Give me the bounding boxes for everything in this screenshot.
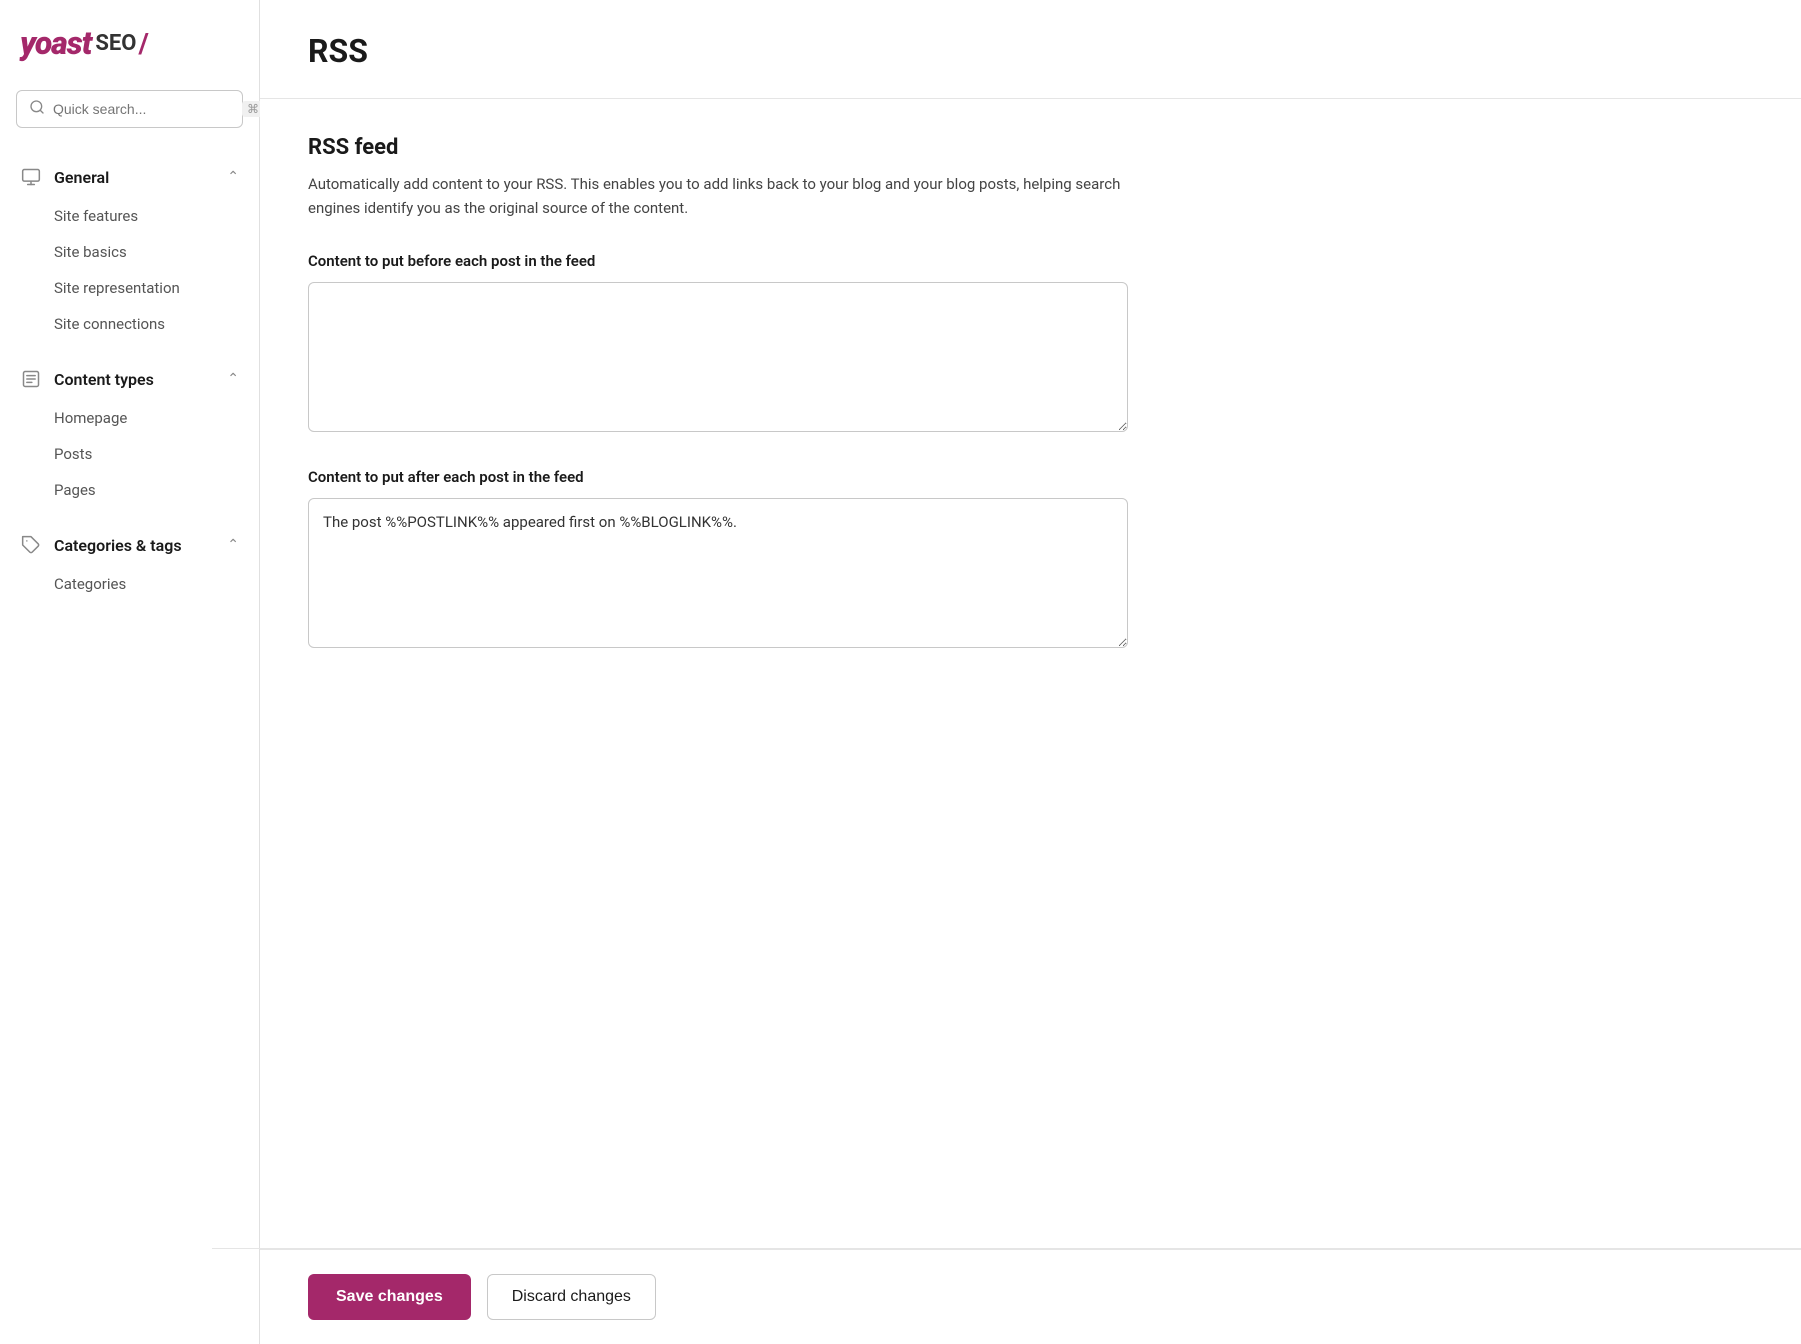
nav-items-categories-tags: Categories — [0, 566, 259, 610]
sidebar-item-categories[interactable]: Categories — [54, 566, 259, 602]
document-icon — [20, 368, 42, 390]
rss-feed-title: RSS feed — [308, 135, 1753, 160]
logo-slash: / — [138, 27, 148, 60]
search-input[interactable] — [53, 101, 234, 117]
after-content-textarea[interactable]: The post %%POSTLINK%% appeared first on … — [308, 498, 1128, 648]
rss-feed-section: RSS feed Automatically add content to yo… — [308, 135, 1753, 652]
tag-icon — [20, 534, 42, 556]
nav-section-general-header[interactable]: General ⌃ — [0, 156, 259, 198]
nav-section-categories-tags-header[interactable]: Categories & tags ⌃ — [0, 524, 259, 566]
monitor-icon — [20, 166, 42, 188]
after-field-group: Content to put after each post in the fe… — [308, 468, 1753, 652]
content-area: RSS feed Automatically add content to yo… — [260, 99, 1801, 1248]
page-title: RSS — [308, 32, 1753, 70]
sidebar-item-site-features[interactable]: Site features — [54, 198, 259, 234]
after-field-label: Content to put after each post in the fe… — [308, 468, 1753, 486]
save-button[interactable]: Save changes — [308, 1274, 471, 1320]
logo-yoast-text: yoast — [20, 24, 91, 62]
nav-section-general-title: General — [54, 168, 109, 187]
chevron-up-icon: ⌃ — [227, 169, 239, 185]
nav-section-general: General ⌃ Site features Site basics Site… — [0, 156, 259, 350]
search-box[interactable]: ⌘K — [16, 90, 243, 128]
nav-section-content-types-title-row: Content types — [20, 368, 154, 390]
nav-section-content-types-header[interactable]: Content types ⌃ — [0, 358, 259, 400]
sidebar-item-pages[interactable]: Pages — [54, 472, 259, 508]
page-header: RSS — [260, 0, 1801, 99]
nav-section-content-types: Content types ⌃ Homepage Posts Pages — [0, 358, 259, 516]
logo-area: yoast SEO / — [0, 24, 259, 90]
nav-items-general: Site features Site basics Site represent… — [0, 198, 259, 350]
nav-items-content-types: Homepage Posts Pages — [0, 400, 259, 516]
logo: yoast SEO / — [20, 24, 239, 62]
before-field-label: Content to put before each post in the f… — [308, 252, 1753, 270]
before-content-textarea[interactable] — [308, 282, 1128, 432]
main-content: RSS RSS feed Automatically add content t… — [260, 0, 1801, 1344]
logo-seo-text: SEO — [95, 31, 136, 56]
rss-feed-description: Automatically add content to your RSS. T… — [308, 172, 1128, 220]
nav-section-categories-tags-title-row: Categories & tags — [20, 534, 182, 556]
nav-section-categories-tags: Categories & tags ⌃ Categories — [0, 524, 259, 610]
sidebar-item-posts[interactable]: Posts — [54, 436, 259, 472]
sidebar-item-site-basics[interactable]: Site basics — [54, 234, 259, 270]
sidebar: yoast SEO / ⌘K G — [0, 0, 260, 1344]
bottom-bar: Save changes Discard changes — [260, 1249, 1801, 1344]
chevron-up-icon-3: ⌃ — [227, 537, 239, 553]
nav-section-categories-tags-title: Categories & tags — [54, 536, 182, 555]
search-icon — [29, 99, 45, 119]
sidebar-item-homepage[interactable]: Homepage — [54, 400, 259, 436]
chevron-up-icon-2: ⌃ — [227, 371, 239, 387]
nav-section-content-types-title: Content types — [54, 370, 154, 389]
sidebar-item-site-representation[interactable]: Site representation — [54, 270, 259, 306]
nav-section-general-title-row: General — [20, 166, 109, 188]
sidebar-item-site-connections[interactable]: Site connections — [54, 306, 259, 342]
discard-button[interactable]: Discard changes — [487, 1274, 656, 1320]
before-field-group: Content to put before each post in the f… — [308, 252, 1753, 436]
